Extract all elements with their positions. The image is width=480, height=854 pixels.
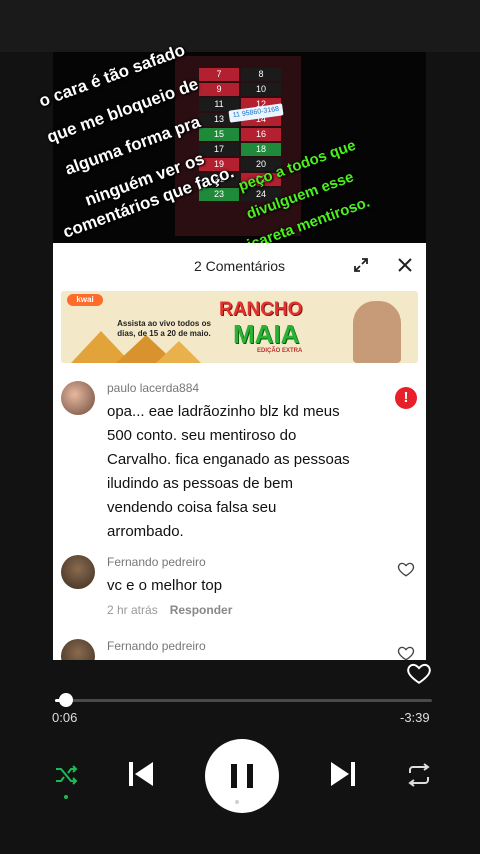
expand-icon[interactable] — [353, 257, 369, 273]
reply-button[interactable]: Responder — [170, 603, 233, 617]
repeat-icon[interactable] — [405, 763, 433, 787]
roulette-cell: 7 — [199, 68, 239, 81]
comment-meta: 2 hr atrás Responder — [107, 603, 232, 617]
previous-icon[interactable] — [126, 759, 156, 789]
roulette-cell: 17 — [199, 143, 239, 156]
banner-logo-edicao: EDIÇÃO EXTRA — [257, 348, 303, 354]
shuffle-icon[interactable] — [54, 765, 78, 785]
next-icon[interactable] — [328, 759, 358, 789]
top-status-bar — [0, 0, 480, 52]
comment-item: paulo lacerda884 opa... eae ladrãozinho … — [61, 381, 418, 541]
banner-logo-rancho: RANCHO — [219, 299, 303, 320]
roulette-cell: 9 — [199, 83, 239, 96]
comment-text: vc e o melhor top — [107, 577, 223, 594]
comment-time: 2 hr atrás — [107, 603, 158, 617]
roulette-cell: 10 — [241, 83, 281, 96]
heart-icon[interactable] — [397, 560, 415, 578]
remaining-time: -3:39 — [400, 710, 430, 725]
banner-person-image — [353, 301, 401, 363]
roulette-cell: 15 — [199, 128, 239, 141]
shuffle-active-dot — [64, 795, 68, 799]
elapsed-time: 0:06 — [52, 710, 78, 725]
heart-icon[interactable] — [397, 644, 415, 660]
roulette-cell: 8 — [241, 68, 281, 81]
page-dot — [235, 800, 239, 804]
close-icon[interactable] — [396, 256, 414, 274]
roulette-cell: 16 — [241, 128, 281, 141]
comments-header: 2 Comentários — [53, 243, 426, 289]
kwai-badge: kwai — [67, 294, 103, 306]
comments-title: 2 Comentários — [193, 258, 286, 274]
comments-sheet: 2 Comentários kwai Assista ao vivo todos… — [53, 243, 426, 660]
banner-logo-maia: MAIA — [233, 319, 300, 349]
comment-username[interactable]: Fernando pedreiro — [107, 639, 206, 653]
ad-banner[interactable]: kwai Assista ao vivo todos os dias, de 1… — [61, 291, 418, 363]
like-heart-icon[interactable] — [405, 660, 433, 686]
progress-knob[interactable] — [59, 693, 74, 707]
pause-icon — [231, 764, 237, 788]
comment-item: Fernando pedreiro — [61, 639, 418, 660]
avatar[interactable] — [61, 555, 95, 589]
comment-item: Fernando pedreiro vc e o melhor top 2 hr… — [61, 555, 418, 625]
error-alert-icon[interactable]: ! — [395, 387, 417, 409]
avatar[interactable] — [61, 639, 95, 660]
banner-text: Assista ao vivo todos os dias, de 15 a 2… — [117, 319, 211, 338]
comment-username[interactable]: paulo lacerda884 — [107, 381, 199, 395]
avatar[interactable] — [61, 381, 95, 415]
comment-text: opa... eae ladrãozinho blz kd meus 500 c… — [107, 403, 350, 540]
roulette-cell: 18 — [241, 143, 281, 156]
comment-username[interactable]: Fernando pedreiro — [107, 555, 206, 569]
progress-bar[interactable] — [55, 699, 432, 702]
pause-icon-bar — [247, 764, 253, 788]
pause-button[interactable] — [205, 739, 279, 813]
